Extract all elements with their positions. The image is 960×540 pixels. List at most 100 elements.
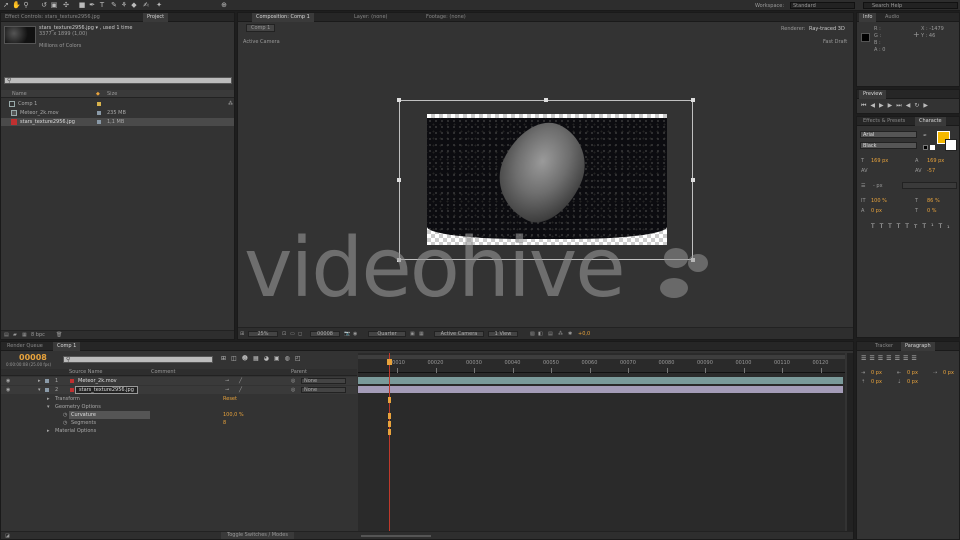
eyedropper-icon[interactable]: ✒: [923, 133, 927, 139]
project-item-comp[interactable]: Comp 1 ⁂: [1, 100, 234, 108]
comp-mini-flowchart-icon[interactable]: ⊞: [221, 355, 231, 362]
parent-pickwhip-icon[interactable]: ◎: [291, 377, 295, 385]
interpret-footage-icon[interactable]: ▤: [4, 332, 9, 338]
renderer-value[interactable]: Ray-traced 3D: [809, 26, 845, 32]
tab-layer[interactable]: Layer: (none): [350, 13, 392, 22]
fast-preview-icon[interactable]: ◧: [538, 331, 543, 337]
property-geometry-options[interactable]: ▾ Geometry Options: [1, 403, 357, 411]
stroke-width-value[interactable]: - px: [873, 183, 883, 189]
first-frame-icon[interactable]: ⏮: [861, 102, 870, 109]
trash-icon[interactable]: 🗑: [56, 332, 62, 338]
indent-left-value[interactable]: 0 px: [871, 370, 882, 376]
safe-zones-icon[interactable]: ⊡: [282, 331, 286, 337]
hand-tool-icon[interactable]: ✋: [12, 1, 21, 9]
indent-right-value[interactable]: 0 px: [907, 370, 918, 376]
keyframe-marker[interactable]: [388, 421, 391, 427]
camera-view-select[interactable]: Active Camera: [434, 331, 484, 337]
superscript-icon[interactable]: T¹: [922, 223, 938, 230]
zoom-slider[interactable]: [361, 535, 431, 537]
zoom-select[interactable]: 25%: [248, 331, 278, 337]
brainstorm-icon[interactable]: ▣: [274, 355, 285, 362]
track-area[interactable]: 00010 00020 00030 00040 00050 00060 00070 00080…: [358, 353, 845, 531]
layer-bar[interactable]: [358, 377, 843, 384]
exposure-value[interactable]: +0,0: [578, 331, 590, 337]
tab-composition[interactable]: Composition: Comp 1: [252, 13, 314, 22]
vertical-scale-value[interactable]: 100 %: [871, 198, 887, 204]
horizontal-scale-value[interactable]: 86 %: [927, 198, 940, 204]
layer-name[interactable]: stars_texture2956.jpg: [75, 386, 138, 394]
property-segments[interactable]: ◷ Segments 8: [1, 419, 357, 427]
bpc-button[interactable]: 8 bpc: [31, 332, 45, 338]
shy-switch-icon[interactable]: ⊸: [225, 377, 229, 385]
stroke-color-swatch[interactable]: [945, 139, 957, 151]
axis-mode-icon[interactable]: ⊕: [220, 1, 228, 9]
current-time-field[interactable]: 00008: [310, 331, 340, 337]
show-channel-icon[interactable]: ◉: [353, 331, 357, 337]
expand-arrow-icon[interactable]: ▸: [47, 427, 50, 435]
keyframe-marker[interactable]: [388, 397, 391, 403]
brush-tool-icon[interactable]: ✎: [110, 1, 118, 9]
quality-switch-icon[interactable]: ╱: [239, 377, 242, 385]
font-size-value[interactable]: 169 px: [871, 158, 888, 164]
current-time-indicator[interactable]: [389, 353, 390, 531]
reset-exposure-icon[interactable]: ✱: [568, 331, 572, 337]
new-folder-icon[interactable]: ▰: [13, 332, 17, 338]
rotate-tool-icon[interactable]: ↺: [40, 1, 48, 9]
magnification-icon[interactable]: ⊞: [240, 331, 244, 337]
eraser-tool-icon[interactable]: ◆: [130, 1, 138, 9]
property-curvature[interactable]: ◷ Curvature 100,0 %: [1, 411, 357, 419]
property-transform[interactable]: ▸ Transform Reset: [1, 395, 357, 403]
loop-icon[interactable]: ↻: [914, 102, 923, 109]
shy-switch-icon[interactable]: ⊸: [225, 386, 229, 394]
column-name[interactable]: Name: [12, 91, 27, 97]
space-before-value[interactable]: 0 px: [871, 379, 882, 385]
column-comment[interactable]: Comment: [151, 369, 176, 375]
justify-left-icon[interactable]: ☰: [886, 355, 894, 362]
column-source[interactable]: Source Name: [69, 369, 103, 375]
clone-tool-icon[interactable]: ⚘: [120, 1, 128, 9]
project-item-stars[interactable]: stars_texture2956.jpg 1,1 MB: [1, 118, 234, 126]
property-value[interactable]: 100,0 %: [223, 411, 244, 419]
tab-footage[interactable]: Footage: (none): [422, 13, 470, 22]
type-tool-icon[interactable]: T: [98, 1, 106, 9]
timeline-timecode[interactable]: 00008: [19, 353, 47, 362]
property-value[interactable]: 8: [223, 419, 226, 427]
tab-effect-controls[interactable]: Effect Controls: stars_texture2956.jpg: [1, 13, 141, 22]
zoom-tool-icon[interactable]: ⚲: [22, 1, 30, 9]
timeline-search-input[interactable]: ⚲: [63, 356, 213, 363]
toggle-pixel-aspect-icon[interactable]: ▧: [530, 331, 535, 337]
search-help-field[interactable]: Search Help: [863, 2, 958, 9]
column-parent[interactable]: Parent: [291, 369, 307, 375]
grid-icon[interactable]: ▭: [290, 331, 295, 337]
quality-switch-icon[interactable]: ╱: [239, 386, 242, 394]
tab-tracker[interactable]: Tracker: [871, 342, 897, 351]
property-value[interactable]: Reset: [223, 395, 237, 403]
faux-italic-icon[interactable]: T: [880, 223, 889, 230]
subscript-icon[interactable]: T₁: [939, 223, 955, 230]
black-swatch[interactable]: [923, 145, 928, 150]
playhead-handle[interactable]: [387, 359, 392, 365]
indent-first-value[interactable]: 0 px: [943, 370, 954, 376]
new-comp-icon[interactable]: ▦: [22, 332, 27, 338]
font-family-select[interactable]: Arial: [860, 131, 917, 138]
shy-icon[interactable]: ☻: [242, 355, 253, 362]
graph-editor-icon[interactable]: ◰: [295, 355, 306, 362]
handle-tr[interactable]: [691, 98, 695, 102]
space-after-value[interactable]: 0 px: [907, 379, 918, 385]
keyframe-marker[interactable]: [388, 429, 391, 435]
expand-switches-icon[interactable]: ◪: [5, 533, 10, 539]
expand-arrow-icon[interactable]: ▸: [38, 377, 41, 385]
puppet-tool-icon[interactable]: ✦: [155, 1, 163, 9]
flowchart-view-icon[interactable]: ⁂: [558, 331, 563, 337]
tab-preview[interactable]: Preview: [859, 90, 887, 99]
leading-value[interactable]: 169 px: [927, 158, 944, 164]
layer-row[interactable]: ◉ ▸ 1 Meteor_2k.mov ⊸ ╱ ◎ None: [1, 377, 357, 385]
stroke-type-select[interactable]: [902, 182, 957, 189]
tab-character[interactable]: Characte: [915, 117, 946, 126]
collapse-arrow-icon[interactable]: ▾: [47, 403, 50, 411]
timeline-icon[interactable]: ▤: [548, 331, 553, 337]
tab-render-queue[interactable]: Render Queue: [3, 342, 47, 351]
visibility-eye-icon[interactable]: ◉: [6, 386, 10, 394]
layer-bar[interactable]: [358, 386, 843, 393]
handle-ml[interactable]: [397, 178, 401, 182]
